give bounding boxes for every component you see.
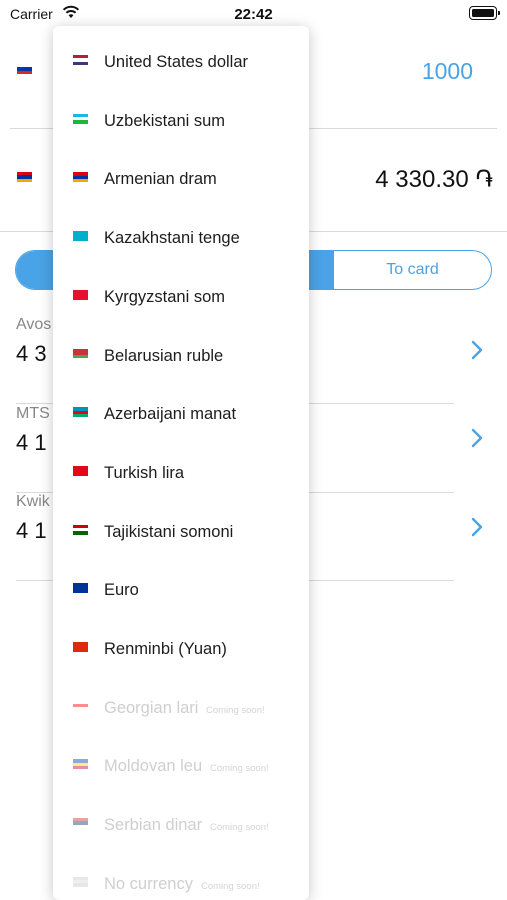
azerbaijani-manat-flag-icon: [73, 407, 88, 418]
currency-option-label: Renminbi (Yuan): [104, 640, 227, 658]
currency-option-label: Georgian lari: [104, 698, 199, 717]
currency-option-kazakhstani-tenge[interactable]: Kazakhstani tenge: [53, 202, 309, 260]
armenia-flag-icon: [17, 172, 32, 182]
currency-option-label: Belarusian ruble: [104, 346, 224, 365]
kazakhstani-tenge-flag-icon: [73, 231, 88, 242]
kyrgyzstani-som-flag-icon: [73, 289, 88, 300]
united-states-dollar-flag-icon: [73, 55, 88, 65]
currency-option-label: Armenian dram: [104, 170, 217, 189]
battery-icon: [469, 6, 500, 20]
to-amount-value: 4 330.30 ֏: [375, 166, 493, 193]
currency-option-euro[interactable]: Euro: [53, 554, 309, 612]
chevron-right-icon[interactable]: [470, 339, 484, 361]
currency-option-no-currency: No currency Coming soon!: [53, 848, 309, 900]
currency-option-label: Tajikistani somoni: [104, 522, 234, 541]
russia-flag-icon: [17, 64, 32, 74]
from-amount-input[interactable]: 1000: [422, 58, 473, 85]
currency-option-label: Serbian dinar: [104, 816, 203, 835]
currency-option-serbian-dinar: Serbian dinar Coming soon!: [53, 789, 309, 847]
clock: 22:42: [234, 6, 273, 23]
currency-option-kyrgyzstani-som[interactable]: Kyrgyzstani som: [53, 261, 309, 319]
currency-option-label: Euro: [104, 581, 139, 600]
currency-option-label: No currency: [104, 874, 193, 893]
tajikistani-somoni-flag-icon: [73, 524, 88, 535]
uzbekistani-sum-flag-icon: [73, 113, 88, 124]
currency-option-turkish-lira[interactable]: Turkish lira: [53, 437, 309, 495]
currency-option-armenian-dram[interactable]: Armenian dram: [53, 143, 309, 201]
coming-soon-badge: Coming soon!: [210, 763, 269, 775]
currency-option-label: Turkish lira: [104, 463, 185, 482]
offer-name: MTS: [16, 405, 50, 422]
renminbi-yuan-flag-icon: [73, 642, 88, 652]
currency-option-renminbi-yuan[interactable]: Renminbi (Yuan): [53, 613, 309, 671]
currency-option-label: Kazakhstani tenge: [104, 229, 240, 248]
to-card-segment[interactable]: To card: [334, 251, 491, 289]
turkish-lira-flag-icon: [73, 465, 88, 476]
coming-soon-badge: Coming soon!: [210, 822, 269, 834]
currency-option-label: Uzbekistani sum: [104, 111, 226, 130]
currency-option-united-states-dollar[interactable]: United States dollar: [53, 26, 309, 84]
offer-name: Kwik: [16, 493, 50, 510]
currency-option-label: Moldovan leu: [104, 757, 203, 776]
armenian-dram-flag-icon: [73, 172, 88, 183]
belarusian-ruble-flag-icon: [73, 348, 88, 359]
currency-option-belarusian-ruble[interactable]: Belarusian ruble: [53, 320, 309, 378]
moldovan-leu-flag-icon: [73, 759, 88, 770]
offer-name: Avos: [16, 316, 52, 333]
coming-soon-badge: Coming soon!: [201, 880, 260, 892]
offer-value: 4 1: [16, 518, 47, 543]
currency-option-label: Kyrgyzstani som: [104, 287, 226, 306]
currency-option-azerbaijani-manat[interactable]: Azerbaijani manat: [53, 378, 309, 436]
currency-option-label: United States dollar: [104, 53, 248, 71]
chevron-right-icon[interactable]: [470, 427, 484, 449]
serbian-dinar-flag-icon: [73, 818, 88, 829]
currency-option-tajikistani-somoni[interactable]: Tajikistani somoni: [53, 496, 309, 554]
offer-value: 4 1: [16, 430, 47, 455]
coming-soon-badge: Coming soon!: [206, 704, 265, 716]
currency-option-moldovan-leu: Moldovan leu Coming soon!: [53, 730, 309, 788]
currency-option-label: Azerbaijani manat: [104, 405, 237, 424]
no-currency-flag-icon: [73, 876, 88, 887]
currency-option-georgian-lari: Georgian lari Coming soon!: [53, 672, 309, 730]
currency-dropdown-menu: United States dollar Uzbekistani sum Armen…: [53, 26, 309, 900]
currency-option-uzbekistani-sum[interactable]: Uzbekistani sum: [53, 85, 309, 143]
euro-flag-icon: [73, 583, 88, 594]
georgian-lari-flag-icon: [73, 700, 88, 711]
status-bar: Carrier 22:42: [0, 0, 507, 28]
offer-value: 4 3: [16, 341, 47, 366]
chevron-right-icon[interactable]: [470, 516, 484, 538]
